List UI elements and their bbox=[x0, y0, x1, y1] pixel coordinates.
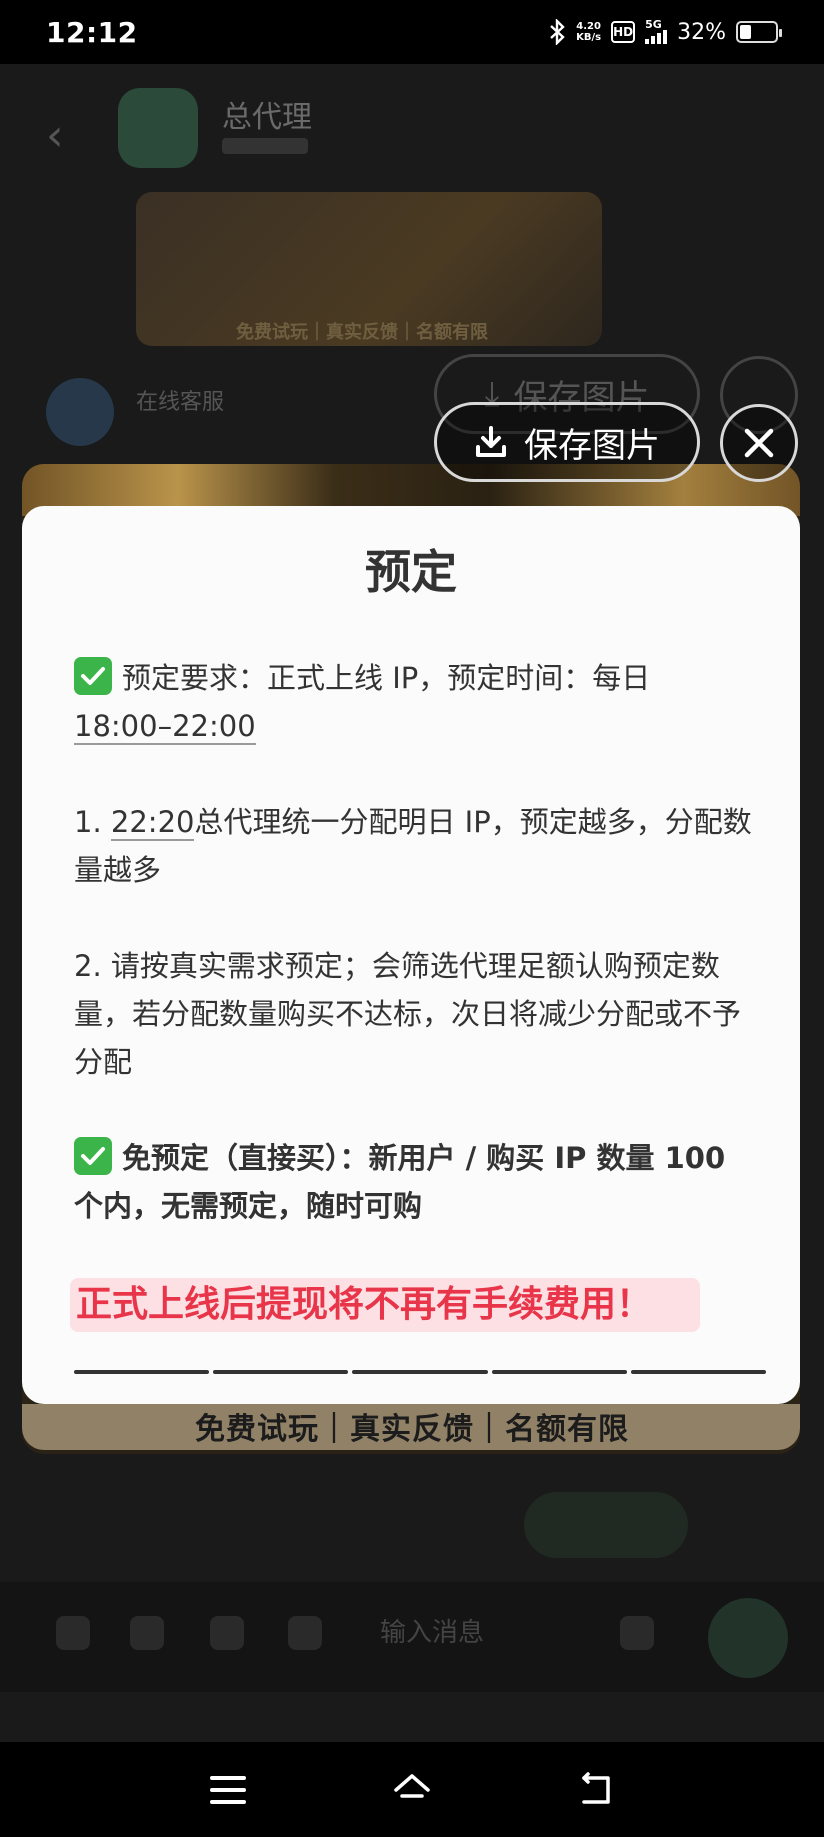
no-reservation-text: 免预定（直接买）：新用户 / 购买 IP 数量 100 个内，无需预定，随时可购 bbox=[74, 1141, 726, 1223]
microphone-icon[interactable] bbox=[210, 1616, 244, 1650]
back-button[interactable] bbox=[570, 1764, 622, 1816]
rule-2-paragraph: 2. 请按真实需求预定；会筛选代理足额认购预定数量，若分配数量购买不达标，次日将… bbox=[74, 949, 742, 1079]
poster-tagline: 免费试玩｜真实反馈｜名额有限 bbox=[195, 1412, 629, 1447]
requirement-text: 预定要求：正式上线 IP，预定时间：每日 bbox=[122, 661, 651, 695]
home-button[interactable] bbox=[386, 1764, 438, 1816]
home-icon bbox=[394, 1774, 430, 1798]
image-icon[interactable] bbox=[56, 1616, 90, 1650]
send-button[interactable] bbox=[708, 1598, 788, 1678]
reservation-time: 18:00–22:00 bbox=[74, 709, 256, 745]
check-mark-icon bbox=[74, 1137, 112, 1175]
battery-level bbox=[740, 25, 751, 39]
net-speed-value: 4.20 bbox=[576, 21, 601, 32]
rule-1-paragraph: 1. 22:20总代理统一分配明日 IP，预定越多，分配数量越多 bbox=[74, 798, 764, 894]
signal-icon bbox=[645, 30, 668, 44]
banner-tagline: 免费试玩｜真实反馈｜名额有限 bbox=[236, 322, 488, 343]
message-input[interactable]: 输入消息 bbox=[380, 1602, 600, 1662]
hd-badge: HD bbox=[611, 21, 636, 43]
app-icon[interactable] bbox=[288, 1616, 322, 1650]
emoji-icon[interactable] bbox=[620, 1616, 654, 1650]
navigation-bar bbox=[0, 1742, 824, 1837]
menu-icon bbox=[210, 1776, 246, 1804]
chat-title: 总代理 bbox=[222, 100, 312, 135]
back-icon bbox=[582, 1772, 610, 1804]
chat-avatar bbox=[118, 88, 198, 168]
signal-5g: 5G bbox=[645, 18, 668, 44]
back-arrow-icon[interactable]: ‹ bbox=[46, 110, 64, 161]
divider-dashes bbox=[74, 1370, 767, 1376]
save-image-button[interactable]: 保存图片 bbox=[434, 402, 700, 482]
requirement-paragraph: 预定要求：正式上线 IP，预定时间：每日 18:00–22:00 bbox=[74, 654, 764, 750]
status-bar: 12:12 4.20 KB/s HD 5G 32% bbox=[0, 0, 824, 64]
net-speed-unit: KB/s bbox=[576, 32, 602, 43]
allocation-time: 22:20 bbox=[110, 805, 195, 841]
network-label: 5G bbox=[645, 18, 662, 31]
battery-percent: 32% bbox=[677, 19, 726, 45]
close-button[interactable] bbox=[720, 404, 798, 482]
close-icon bbox=[744, 428, 774, 458]
battery-icon bbox=[736, 21, 782, 43]
check-mark-icon bbox=[74, 657, 112, 695]
bluetooth-icon bbox=[550, 19, 565, 45]
agent-name: 在线客服 bbox=[136, 390, 225, 415]
card-title: 预定 bbox=[365, 545, 457, 599]
agent-avatar bbox=[46, 378, 114, 446]
background-action-button bbox=[524, 1492, 688, 1558]
status-time: 12:12 bbox=[46, 15, 138, 49]
reservation-card: 预定 预定要求：正式上线 IP，预定时间：每日 18:00–22:00 1. 2… bbox=[22, 506, 800, 1404]
net-speed: 4.20 KB/s bbox=[576, 21, 601, 43]
attachment-icon[interactable] bbox=[130, 1616, 164, 1650]
chat-subtitle bbox=[222, 138, 308, 154]
no-reservation-paragraph: 免预定（直接买）：新用户 / 购买 IP 数量 100 个内，无需预定，随时可购 bbox=[74, 1134, 764, 1230]
save-image-label: 保存图片 bbox=[524, 425, 660, 466]
rule-1-number: 1. bbox=[74, 805, 102, 839]
download-icon bbox=[476, 426, 506, 457]
menu-button[interactable] bbox=[202, 1764, 254, 1816]
fee-notice: 正式上线后提现将不再有手续费用！ bbox=[76, 1284, 653, 1325]
status-icons: 4.20 KB/s HD 5G 32% bbox=[548, 18, 782, 45]
